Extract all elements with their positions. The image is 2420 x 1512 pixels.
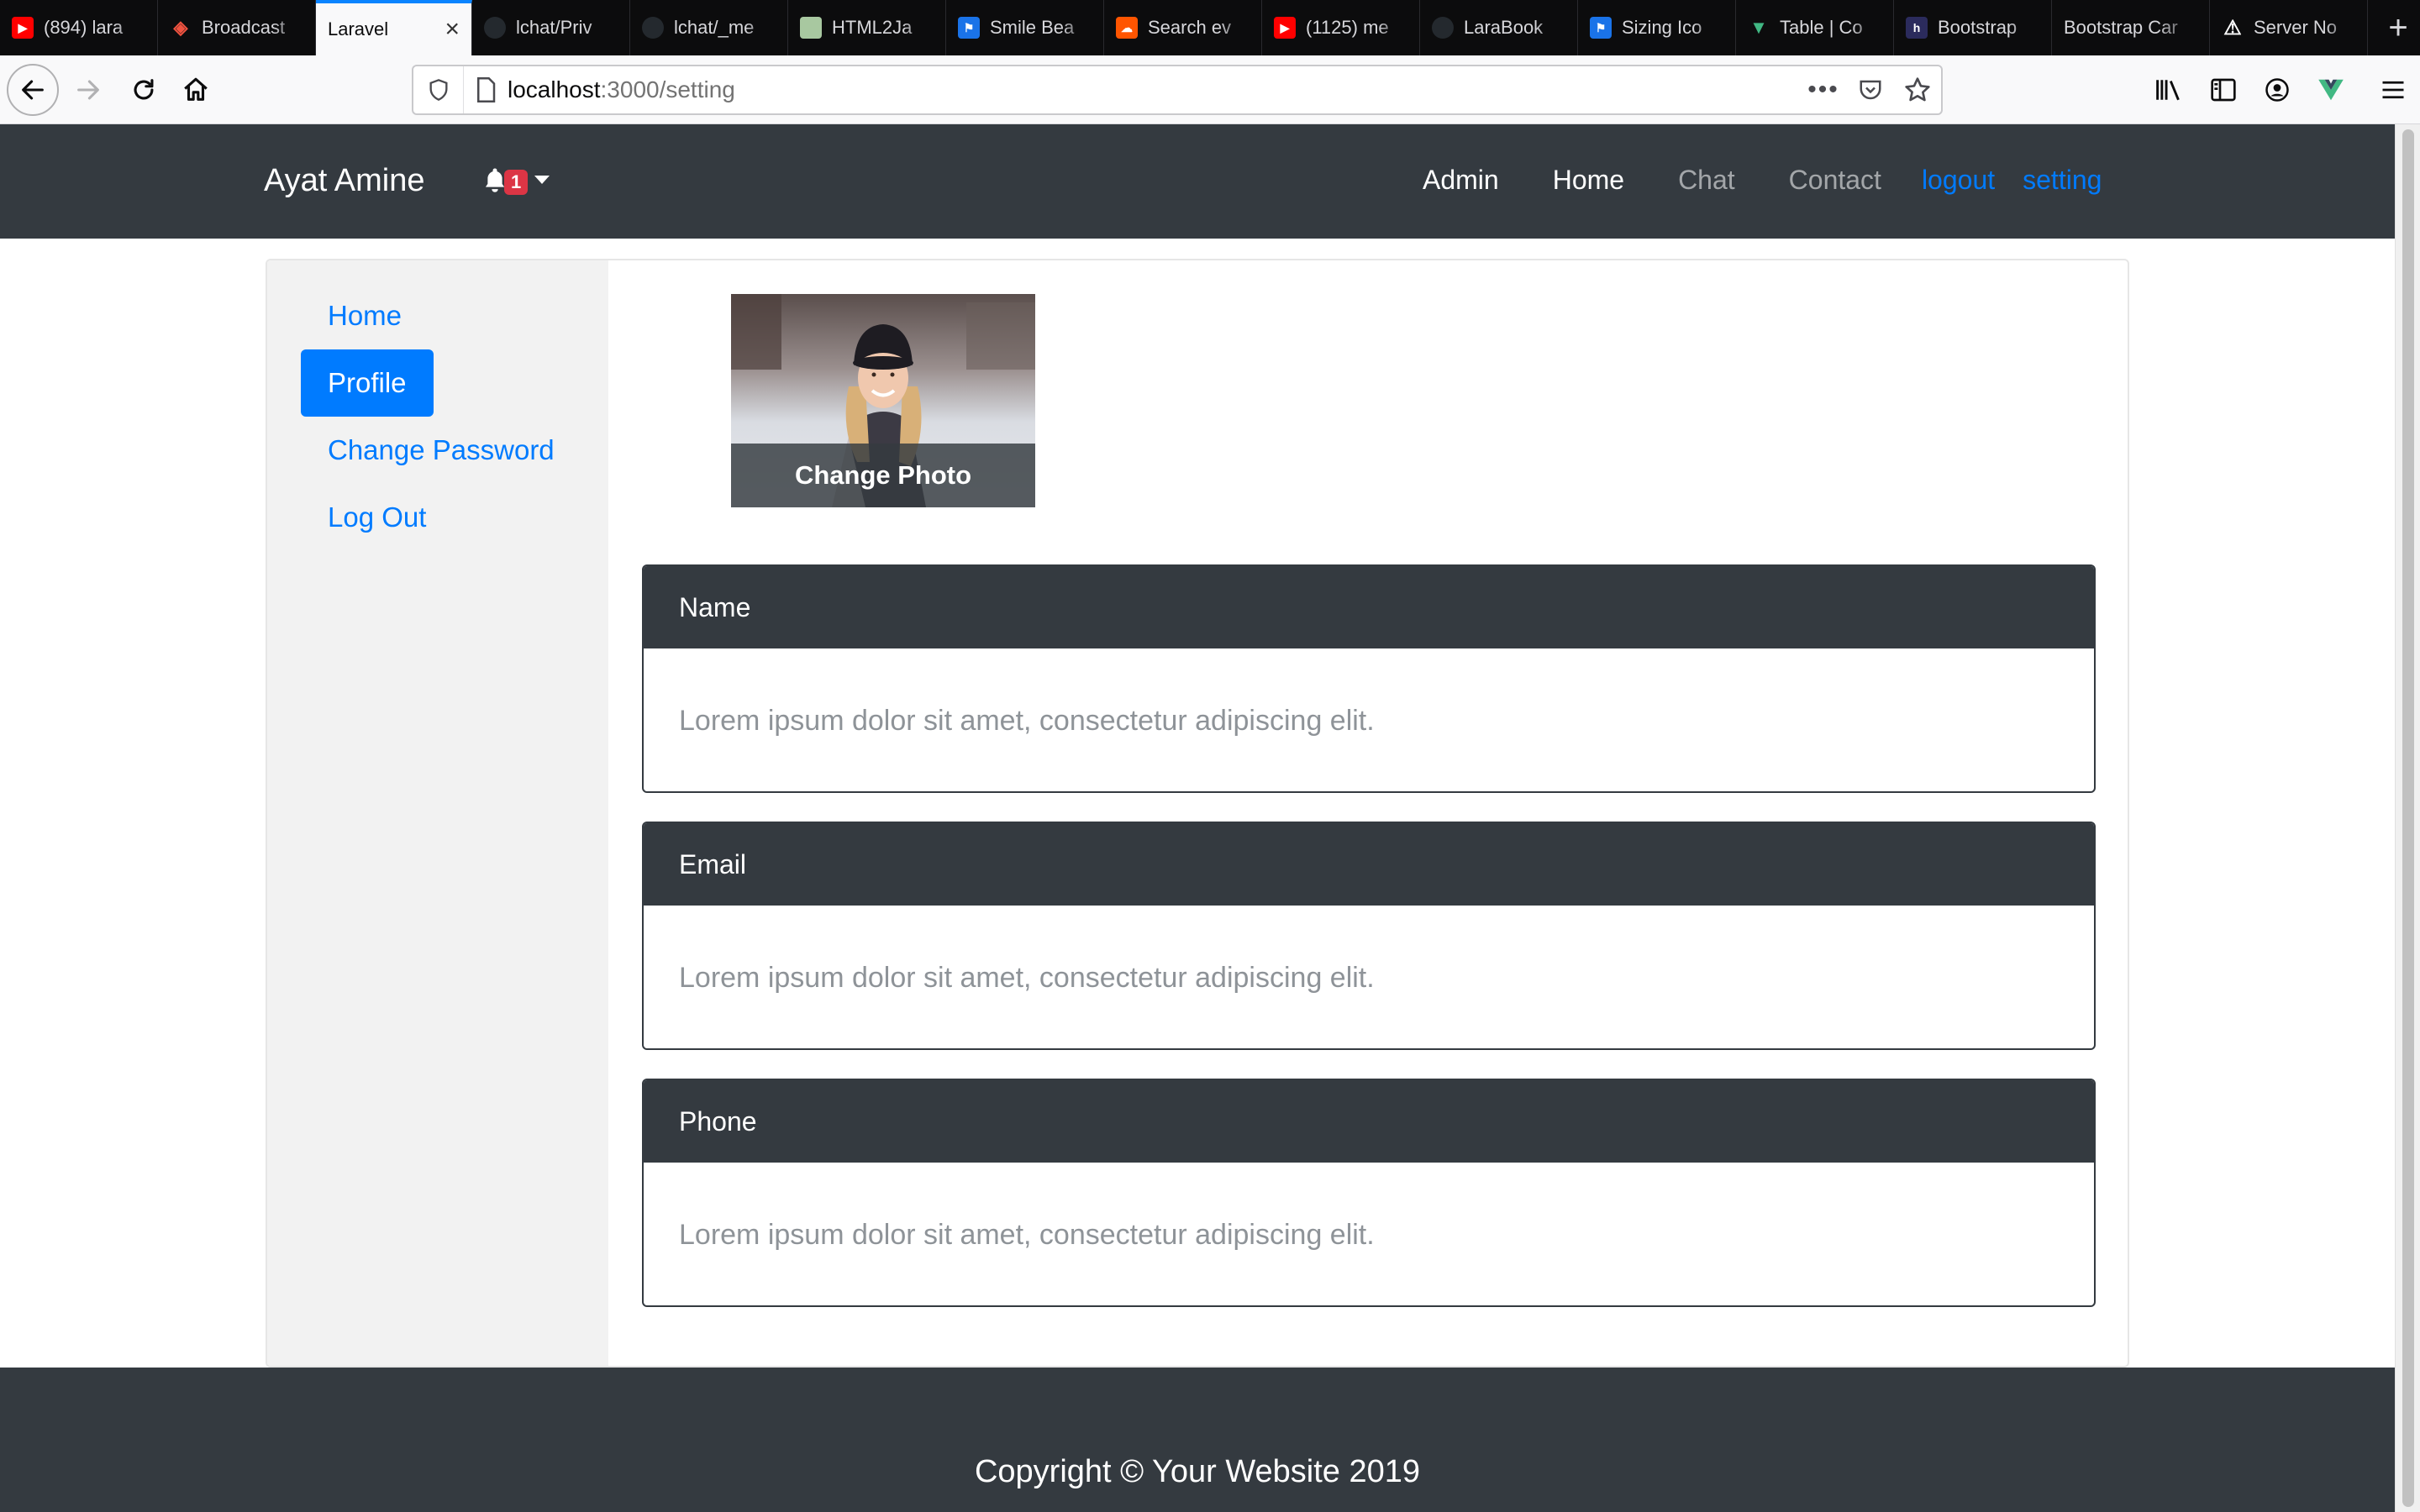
sidebar-toggle-icon[interactable] [2196,64,2250,116]
address-bar[interactable]: localhost:3000/setting ••• [412,65,1943,115]
soundcloud-icon: ☁ [1116,17,1138,39]
forward-button[interactable] [62,64,114,116]
browser-tab[interactable]: h Bootstrap [1894,0,2052,55]
sidebar-item-change-password[interactable]: Change Password [301,417,581,484]
browser-tab-active[interactable]: Laravel × [316,0,472,55]
field-label: Email [644,823,2094,906]
sidebar-item-home[interactable]: Home [301,282,429,349]
arrow-left-icon [22,80,44,100]
sidebar-item-log-out[interactable]: Log Out [301,484,453,551]
field-label: Phone [644,1080,2094,1163]
back-button[interactable] [7,64,59,116]
browser-tab[interactable]: ▶ (894) lara [0,0,158,55]
caret-down-icon [534,176,550,184]
github-icon [642,17,664,39]
nav-link-setting[interactable]: setting [2023,165,2102,196]
copyright-text: Copyright © Your Website 2019 [974,1454,1421,1489]
nav-link-contact[interactable]: Contact [1789,165,1881,196]
browser-tab[interactable]: ▼ Table | Co [1736,0,1894,55]
browser-tab[interactable]: ◈ Broadcast [158,0,316,55]
home-button[interactable] [170,64,222,116]
nav-links: Admin Home Chat Contact logout setting [1423,165,2129,196]
page-actions-icon[interactable]: ••• [1800,66,1847,113]
browser-tab[interactable]: ⚑ Smile Bea [946,0,1104,55]
phone-field-card: Phone Lorem ipsum dolor sit amet, consec… [642,1079,2096,1307]
browser-tab[interactable]: Bootstrap Car [2052,0,2210,55]
settings-card: Home Profile Change Password Log Out Cha… [266,259,2129,1368]
browser-tab[interactable]: lchat/_me [630,0,788,55]
bootstrap-h-icon: h [1906,17,1928,39]
url-text[interactable]: localhost:3000/setting [508,76,1800,103]
library-icon[interactable] [2143,64,2196,116]
github-icon [484,17,506,39]
notification-dropdown[interactable]: 1 [482,165,550,195]
nav-link-chat[interactable]: Chat [1678,165,1735,196]
home-icon [184,77,208,101]
github-icon [1432,17,1454,39]
nav-link-home[interactable]: Home [1553,165,1624,196]
vue-devtools-icon[interactable] [2304,64,2358,116]
reload-button[interactable] [118,64,170,116]
field-value: Lorem ipsum dolor sit amet, consectetur … [679,1218,1375,1251]
page-icon [464,77,508,102]
new-tab-button[interactable]: + [2376,0,2420,55]
field-label: Name [644,566,2094,648]
html2jade-icon [800,17,822,39]
vuetify-icon: ▼ [1749,17,1768,38]
browser-tab[interactable]: ▶ (1125) me [1262,0,1420,55]
browser-tab[interactable]: ⚠ Server No [2210,0,2368,55]
browser-tab[interactable]: HTML2Ja [788,0,946,55]
youtube-icon: ▶ [1274,17,1296,39]
toolbar-right-icons [2143,64,2420,116]
site-footer: Copyright © Your Website 2019 [0,1368,2395,1512]
shield-icon[interactable] [413,66,464,113]
browser-tab[interactable]: ☁ Search ev [1104,0,1262,55]
browser-tab[interactable]: LaraBook [1420,0,1578,55]
laravel-icon: ◈ [173,17,188,38]
pocket-icon[interactable] [1847,66,1894,113]
page-scrollbar[interactable] [2395,124,2420,1512]
settings-sidebar: Home Profile Change Password Log Out [267,260,608,1366]
arrow-right-icon [77,80,99,100]
email-field-card: Email Lorem ipsum dolor sit amet, consec… [642,822,2096,1050]
menu-icon[interactable] [2366,64,2420,116]
sidebar-item-profile[interactable]: Profile [301,349,434,417]
close-tab-icon[interactable]: × [445,17,460,42]
field-value: Lorem ipsum dolor sit amet, consectetur … [679,961,1375,994]
browser-tab[interactable]: lchat/Priv [472,0,630,55]
account-icon[interactable] [2250,64,2304,116]
brand[interactable]: Ayat Amine [264,163,425,199]
scrollbar-thumb[interactable] [2402,129,2414,1507]
youtube-icon: ▶ [12,17,34,39]
site-navbar: Ayat Amine 1 Admin Home Chat Contact log… [0,124,2395,239]
profile-photo[interactable]: Change Photo [731,294,1035,507]
browser-tab[interactable]: ⚑ Sizing Ico [1578,0,1736,55]
change-photo-button[interactable]: Change Photo [731,444,1035,507]
flag-icon: ⚑ [958,17,980,39]
name-field-card: Name Lorem ipsum dolor sit amet, consect… [642,564,2096,793]
nav-link-logout[interactable]: logout [1922,165,1995,196]
bookmark-star-icon[interactable] [1894,66,1941,113]
warning-icon: ⚠ [2223,16,2242,39]
nav-link-admin[interactable]: Admin [1423,165,1499,196]
reload-icon [134,79,154,100]
flag-icon: ⚑ [1590,17,1612,39]
browser-toolbar: localhost:3000/setting ••• [0,55,2420,124]
field-value: Lorem ipsum dolor sit amet, consectetur … [679,704,1375,737]
browser-tab-bar: ▶ (894) lara ◈ Broadcast Laravel × lchat/Pr… [0,0,2420,55]
notification-badge: 1 [504,170,529,195]
